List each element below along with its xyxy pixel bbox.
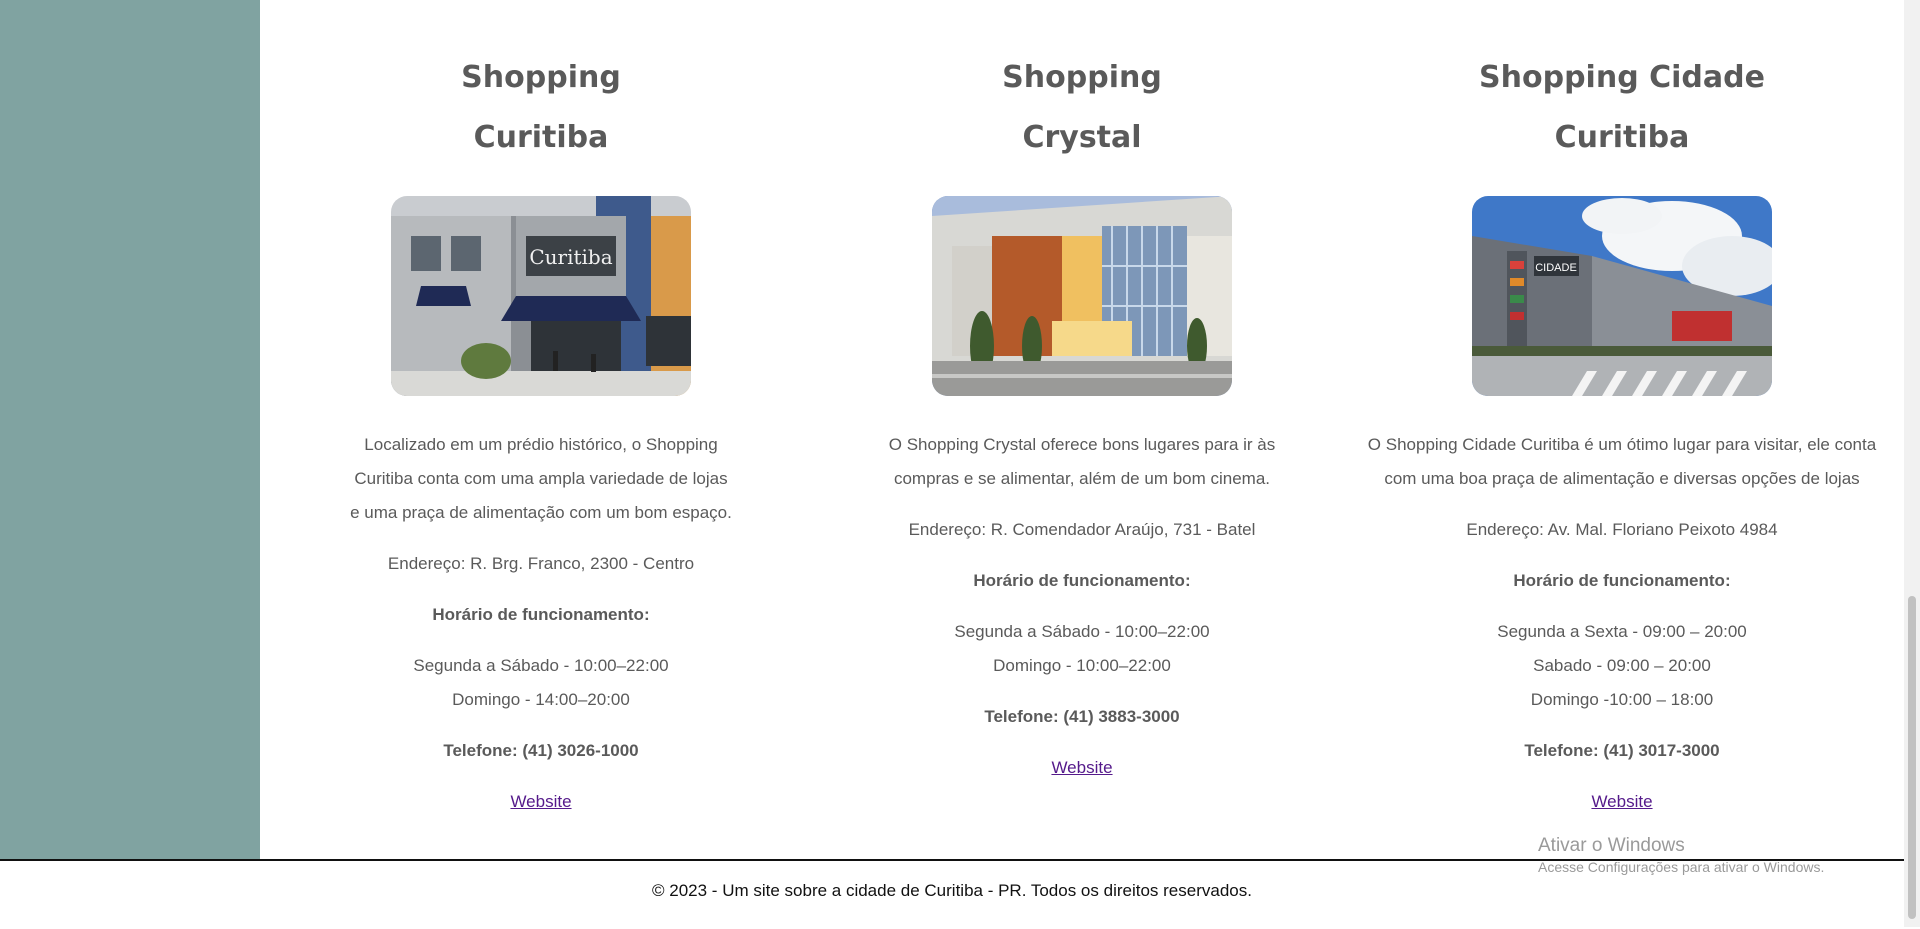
mall-title-line2: Crystal — [1022, 120, 1142, 155]
hours-line: Sabado - 09:00 – 20:00 — [1533, 656, 1711, 675]
website-link[interactable]: Website — [510, 792, 571, 811]
description-line: O Shopping Cidade Curitiba é um ótimo lu… — [1367, 435, 1877, 454]
mall-phone: Telefone: (41) 3883-3000 — [984, 707, 1180, 726]
website-link[interactable]: Website — [1591, 792, 1652, 811]
description-line: com uma boa praça de alimentação e diver… — [1384, 469, 1860, 488]
mall-photo — [932, 196, 1232, 396]
photo-sign-text: Curitiba — [529, 245, 612, 269]
mall-title-line2: Curitiba — [1554, 120, 1690, 155]
hours-title: Horário de funcionamento: — [1513, 571, 1731, 590]
mall-title-line1: Shopping — [461, 60, 621, 95]
mall-photo: Curitiba — [391, 196, 691, 396]
mall-address: Endereço: Av. Mal. Floriano Peixoto 4984 — [1466, 520, 1778, 539]
description-line: Localizado em um prédio histórico, o Sho… — [364, 435, 718, 454]
hours-line: Domingo - 10:00–22:00 — [993, 656, 1171, 675]
hours-line: Domingo - 14:00–20:00 — [452, 690, 630, 709]
photo-sign-text: CIDADE — [1535, 262, 1577, 274]
hours-title: Horário de funcionamento: — [432, 605, 650, 624]
website-link[interactable]: Website — [1051, 758, 1112, 777]
mall-title-line1: Shopping Cidade — [1479, 60, 1765, 95]
mall-hours: Segunda a Sexta - 09:00 – 20:00 Sabado -… — [1352, 615, 1892, 717]
mall-title: Shopping Crystal — [812, 48, 1352, 168]
mall-description: Localizado em um prédio histórico, o Sho… — [271, 428, 811, 530]
website-row: Website — [1352, 785, 1892, 819]
mall-description: O Shopping Cidade Curitiba é um ótimo lu… — [1352, 428, 1892, 496]
description-line: compras e se alimentar, além de um bom c… — [893, 469, 1271, 488]
mall-title-line1: Shopping — [1002, 60, 1162, 95]
mall-info: O Shopping Crystal oferece bons lugares … — [812, 428, 1352, 802]
hours-line: Segunda a Sábado - 10:00–22:00 — [413, 656, 669, 675]
mall-hours: Segunda a Sábado - 10:00–22:00 Domingo -… — [271, 649, 811, 717]
watermark-subtitle: Acesse Configurações para ativar o Windo… — [1538, 859, 1825, 875]
left-sidebar — [0, 0, 260, 860]
mall-description: O Shopping Crystal oferece bons lugares … — [812, 428, 1352, 496]
footer-copyright: © 2023 - Um site sobre a cidade de Curit… — [652, 881, 1252, 900]
vertical-scrollbar[interactable] — [1904, 0, 1920, 927]
hours-line: Segunda a Sexta - 09:00 – 20:00 — [1497, 622, 1747, 641]
watermark-title: Ativar o Windows — [1538, 835, 1685, 856]
mall-info: Localizado em um prédio histórico, o Sho… — [271, 428, 811, 836]
scrollbar-thumb[interactable] — [1908, 596, 1916, 919]
mall-info: O Shopping Cidade Curitiba é um ótimo lu… — [1352, 428, 1892, 836]
description-line: Curitiba conta com uma ampla variedade d… — [354, 469, 728, 488]
description-line: O Shopping Crystal oferece bons lugares … — [888, 435, 1276, 454]
mall-phone: Telefone: (41) 3017-3000 — [1524, 741, 1720, 760]
hours-line: Segunda a Sábado - 10:00–22:00 — [954, 622, 1210, 641]
mall-photo: CIDADE — [1472, 196, 1772, 396]
mall-title-line2: Curitiba — [473, 120, 609, 155]
main-content: Shopping Curitiba Curitiba Localizado em… — [260, 0, 1904, 859]
windows-activation-watermark: Ativar o Windows Acesse Configurações pa… — [1538, 834, 1824, 876]
mall-title: Shopping Curitiba — [271, 48, 811, 168]
mall-title: Shopping Cidade Curitiba — [1352, 48, 1892, 168]
website-row: Website — [271, 785, 811, 819]
mall-phone: Telefone: (41) 3026-1000 — [443, 741, 639, 760]
website-row: Website — [812, 751, 1352, 785]
description-line: e uma praça de alimentação com um bom es… — [350, 503, 732, 522]
mall-hours: Segunda a Sábado - 10:00–22:00 Domingo -… — [812, 615, 1352, 683]
mall-address: Endereço: R. Comendador Araújo, 731 - Ba… — [908, 520, 1256, 539]
mall-address: Endereço: R. Brg. Franco, 2300 - Centro — [387, 554, 695, 573]
hours-line: Domingo -10:00 – 18:00 — [1530, 690, 1714, 709]
hours-title: Horário de funcionamento: — [973, 571, 1191, 590]
